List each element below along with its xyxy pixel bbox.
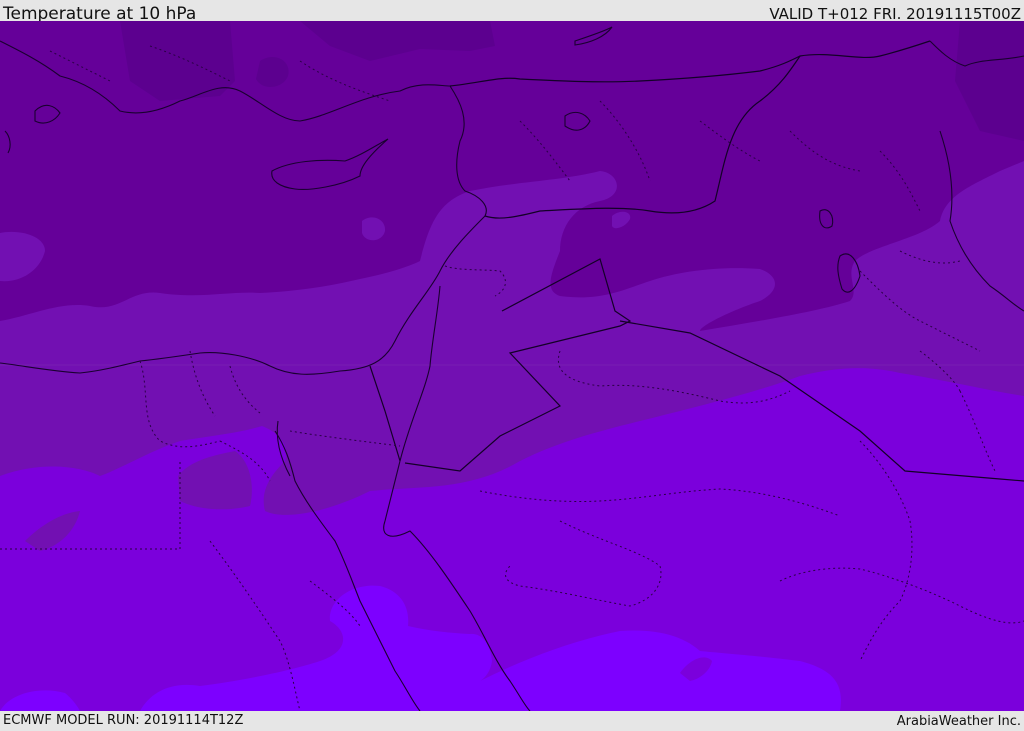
- model-run: ECMWF MODEL RUN: 20191114T12Z: [3, 713, 244, 728]
- map-canvas: [0, 21, 1024, 711]
- credit-text: ArabiaWeather Inc.: [896, 714, 1021, 729]
- weather-map[interactable]: [0, 21, 1024, 711]
- header-bar: Temperature at 10 hPa VALID T+012 FRI. 2…: [0, 0, 1024, 24]
- footer-bar: ECMWF MODEL RUN: 20191114T12Z ArabiaWeat…: [0, 711, 1024, 729]
